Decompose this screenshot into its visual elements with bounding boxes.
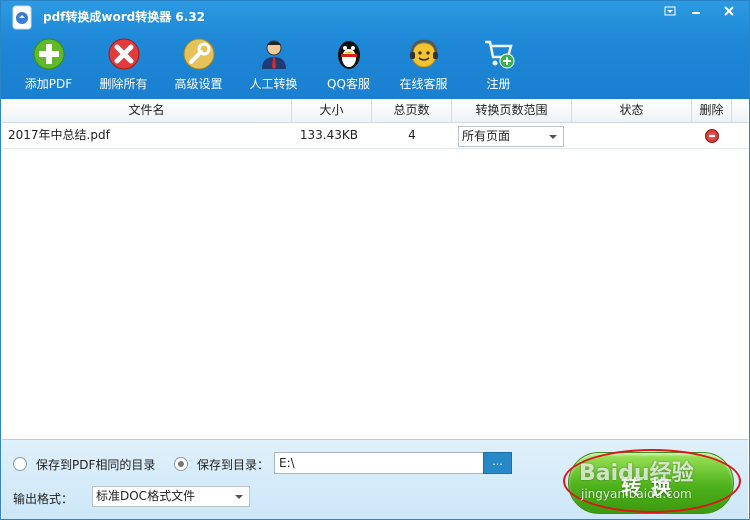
browse-button[interactable]: ...	[483, 452, 512, 474]
agent-icon	[261, 40, 286, 69]
row-status	[572, 123, 692, 149]
watermark-brand: Baidu经验	[579, 461, 694, 486]
delete-all-label: 删除所有	[99, 77, 148, 91]
advanced-settings-button[interactable]: 高级设置	[161, 37, 236, 95]
col-header-size[interactable]: 大小	[292, 99, 372, 123]
row-pages: 4	[408, 128, 416, 142]
qq-service-button[interactable]: QQ客服	[311, 37, 386, 95]
file-table: 文件名 大小 总页数 转换页数范围 状态 删除 2017年中总结.pdf 133…	[2, 99, 748, 439]
col-header-pages[interactable]: 总页数	[372, 99, 452, 123]
advanced-settings-label: 高级设置	[174, 77, 223, 91]
qq-service-label: QQ客服	[327, 77, 370, 91]
output-format-label: 输出格式：	[13, 492, 74, 506]
delete-all-icon	[108, 38, 139, 70]
app-window: pdf转换成word转换器 6.32 添加PDF 删除所有 高级设置 人工转换 …	[0, 0, 750, 520]
row-delete-cell	[692, 123, 732, 149]
output-format-select[interactable]: 标准DOC格式文件	[92, 486, 250, 507]
cart-icon	[484, 40, 514, 69]
chevron-down-icon	[549, 135, 557, 139]
close-icon[interactable]	[709, 1, 749, 21]
app-logo-icon	[12, 5, 32, 30]
manual-convert-button[interactable]: 人工转换	[236, 37, 311, 95]
watermark-url: jingyan.baidu.com	[581, 487, 692, 501]
online-service-label: 在线客服	[399, 77, 448, 91]
title-toolbar-area: pdf转换成word转换器 6.32 添加PDF 删除所有 高级设置 人工转换 …	[1, 1, 749, 99]
save-same-dir-radio[interactable]	[13, 457, 27, 471]
col-header-filename[interactable]: 文件名	[2, 99, 292, 123]
output-path-input[interactable]: E:\	[274, 452, 484, 474]
save-to-dir-radio[interactable]	[174, 457, 188, 471]
add-pdf-button[interactable]: 添加PDF	[11, 37, 86, 95]
minimize-icon[interactable]	[683, 1, 709, 21]
qq-penguin-icon	[337, 41, 360, 69]
restore-icon[interactable]	[657, 1, 683, 21]
page-range-value: 所有页面	[462, 129, 511, 143]
online-service-button[interactable]: 在线客服	[386, 37, 461, 95]
row-range-cell: 所有页面	[452, 123, 572, 149]
page-range-select[interactable]: 所有页面	[458, 126, 564, 147]
wrench-icon	[183, 38, 214, 70]
col-header-status[interactable]: 状态	[572, 99, 692, 123]
table-row[interactable]: 2017年中总结.pdf 133.43KB 4 所有页面	[2, 123, 748, 149]
row-filename: 2017年中总结.pdf	[8, 128, 110, 142]
col-header-delete[interactable]: 删除	[692, 99, 732, 123]
delete-row-icon[interactable]	[705, 129, 719, 143]
add-icon	[33, 38, 64, 70]
save-to-dir-label: 保存到目录：	[197, 458, 270, 472]
register-button[interactable]: 注册	[461, 37, 536, 95]
headset-icon	[409, 39, 438, 68]
save-same-dir-label: 保存到PDF相同的目录	[36, 458, 156, 472]
row-size: 133.43KB	[299, 128, 358, 142]
output-format-value: 标准DOC格式文件	[96, 489, 196, 503]
window-controls	[657, 1, 749, 21]
manual-convert-label: 人工转换	[249, 77, 298, 91]
chevron-down-icon	[235, 495, 243, 499]
table-header: 文件名 大小 总页数 转换页数范围 状态 删除	[2, 99, 748, 123]
delete-all-button[interactable]: 删除所有	[86, 37, 161, 95]
toolbar: 添加PDF 删除所有 高级设置 人工转换 QQ客服 在线客服 注册	[11, 37, 536, 97]
register-label: 注册	[486, 77, 511, 91]
add-pdf-label: 添加PDF	[24, 77, 73, 91]
col-header-range[interactable]: 转换页数范围	[452, 99, 572, 123]
window-title: pdf转换成word转换器 6.32	[43, 10, 206, 24]
